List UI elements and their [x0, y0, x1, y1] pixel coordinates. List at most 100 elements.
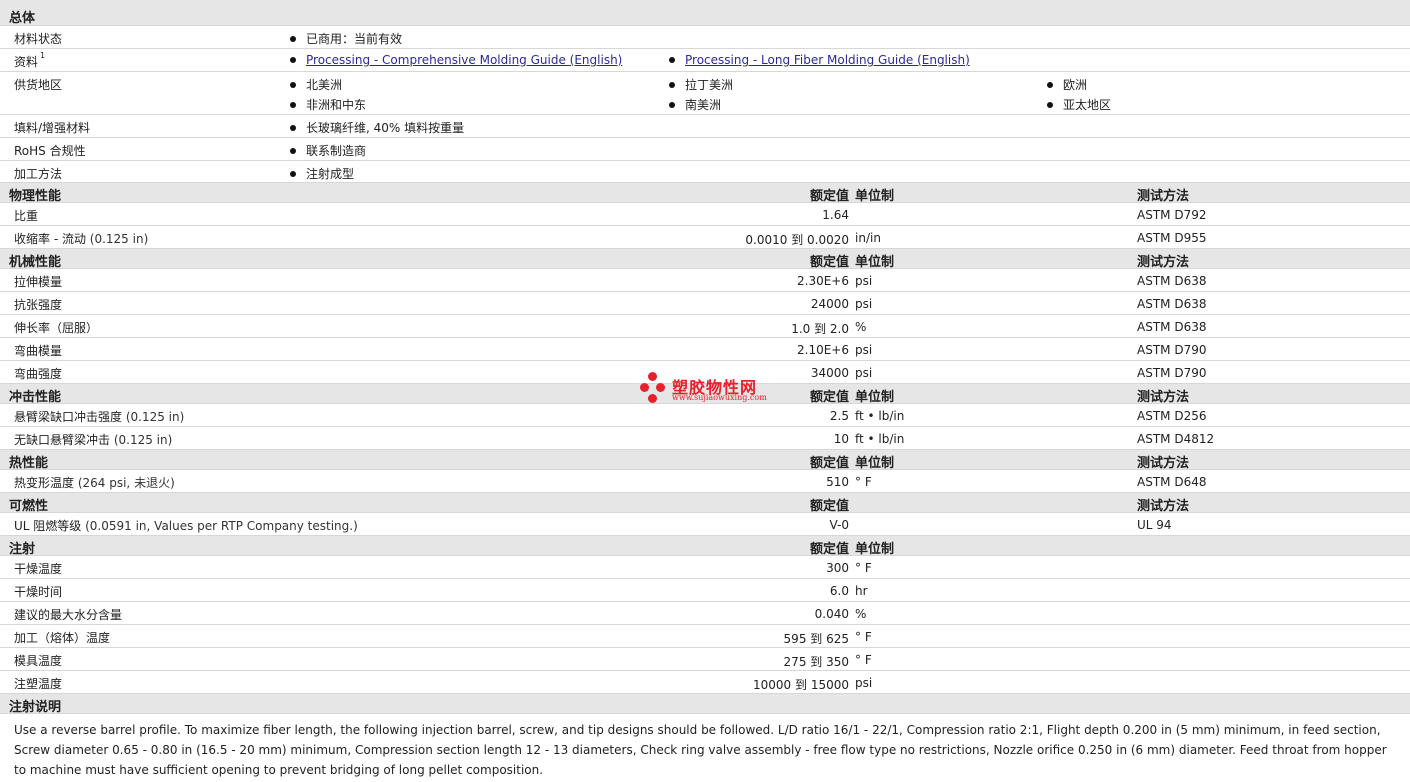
col-nominal: 额定值: [809, 499, 849, 514]
property-row: 伸长率（屈服） 1.0 到 2.0% ASTM D638: [0, 315, 1410, 338]
col-method: 测试方法: [1137, 499, 1190, 514]
bullet-item: 长玻璃纤维, 40% 填料按重量: [290, 119, 464, 136]
watermark-logo: 塑胶物性网 www.sujiaowuxing.com: [640, 372, 770, 406]
property-unit: psi: [855, 343, 873, 357]
property-value: 2.10E+6: [797, 343, 849, 357]
property-row: 干燥温度 300 ° F: [0, 556, 1410, 579]
col-unit: 单位制: [855, 542, 895, 557]
row-label: RoHS 合规性: [14, 144, 86, 158]
property-row: UL 阻燃等级 (0.0591 in, Values per RTP Compa…: [0, 513, 1410, 536]
row-rohs: RoHS 合规性 联系制造商: [0, 138, 1410, 161]
property-row: 模具温度 275 到 350 ° F: [0, 648, 1410, 671]
logo-dot: [656, 383, 665, 392]
region-item: 亚太地区: [1047, 96, 1111, 113]
property-method: ASTM D638: [1137, 274, 1207, 288]
thermal-rows: 热变形温度 (264 psi, 未退火) 510 ° F ASTM D648: [0, 470, 1410, 493]
row-availability: 供货地区 北美洲 拉丁美洲 欧洲 非洲和中东 南美洲 亚太地区: [0, 72, 1410, 115]
property-unit: ° F: [855, 475, 872, 489]
property-value: 1.64: [822, 208, 849, 222]
property-value: 2.5: [829, 409, 849, 423]
region-item: 欧洲: [1047, 76, 1087, 93]
col-unit: 单位制: [855, 456, 895, 471]
property-row: 弯曲模量 2.10E+6 psi ASTM D790: [0, 338, 1410, 361]
section-title: 机械性能: [9, 255, 62, 270]
row-label: 资料 1: [14, 51, 46, 69]
property-label: 收缩率 - 流动 (0.125 in): [14, 232, 149, 246]
injection-rows: 干燥温度 300 ° F 干燥时间 6.0 hr 建议的最大水分含量 0.040% 加工（熔体）…: [0, 556, 1410, 694]
bullet-icon: [290, 124, 296, 131]
property-label: 建议的最大水分含量: [14, 608, 123, 622]
row-documents: 资料 1 Processing - Comprehensive Molding G…: [0, 49, 1410, 72]
property-row: 抗张强度 24000 psi ASTM D638: [0, 292, 1410, 315]
property-row: 干燥时间 6.0 hr: [0, 579, 1410, 602]
col-unit: 单位制: [855, 255, 895, 270]
property-method: UL 94: [1137, 518, 1172, 532]
property-value: 34000: [810, 366, 849, 380]
property-method: ASTM D256: [1137, 409, 1207, 423]
watermark-url: www.sujiaowuxing.com: [672, 393, 767, 402]
property-row: 注塑温度 10000 到 15000 psi: [0, 671, 1410, 694]
impact-rows: 悬臂梁缺口冲击强度 (0.125 in) 2.5 ft • lb/in ASTM D2…: [0, 404, 1410, 450]
logo-dot: [648, 372, 657, 381]
property-row: 收缩率 - 流动 (0.125 in) 0.0010 到 0.0020 in/in A…: [0, 226, 1410, 249]
col-method: 测试方法: [1137, 456, 1190, 471]
region-item: 南美洲: [669, 96, 721, 113]
flammability-rows: UL 阻燃等级 (0.0591 in, Values per RTP Compa…: [0, 513, 1410, 536]
property-label: 热变形温度 (264 psi, 未退火): [14, 476, 175, 490]
property-unit: ° F: [855, 653, 872, 667]
col-nominal: 额定值: [809, 456, 849, 471]
property-method: ASTM D4812: [1137, 432, 1215, 446]
property-label: 悬臂梁缺口冲击强度 (0.125 in): [14, 410, 185, 424]
property-label: 弯曲模量: [14, 344, 63, 358]
bullet-icon: [669, 101, 675, 108]
bullet-icon: [290, 81, 296, 88]
property-row: 加工（熔体）温度 595 到 625 ° F: [0, 625, 1410, 648]
section-title: 物理性能: [9, 189, 62, 204]
bullet-icon: [290, 170, 296, 177]
col-unit: 单位制: [855, 390, 895, 405]
document-link-item: Processing - Long Fiber Molding Guide (E…: [669, 53, 970, 67]
property-label: 无缺口悬臂梁冲击 (0.125 in): [14, 433, 173, 447]
property-label: 干燥温度: [14, 562, 63, 576]
link-long-fiber-molding-guide[interactable]: Processing - Long Fiber Molding Guide (E…: [685, 53, 970, 67]
property-condition: (0.125 in): [110, 433, 173, 447]
row-filler: 填料/增强材料 长玻璃纤维, 40% 填料按重量: [0, 115, 1410, 138]
col-nominal: 额定值: [809, 189, 849, 204]
property-unit: hr: [855, 584, 868, 598]
section-header-injection: 注射 额定值 单位制: [0, 536, 1410, 557]
col-method: 测试方法: [1137, 255, 1190, 270]
property-value: 300: [826, 561, 849, 575]
property-condition: (264 psi, 未退火): [74, 476, 175, 490]
logo-dot: [648, 394, 657, 403]
bullet-item: 注射成型: [290, 165, 354, 182]
property-condition: (0.0591 in, Values per RTP Company testi…: [81, 519, 358, 533]
property-unit: psi: [855, 676, 873, 690]
property-method: ASTM D792: [1137, 208, 1207, 222]
section-header-flammability: 可燃性 额定值 测试方法: [0, 493, 1410, 514]
row-label: 填料/增强材料: [14, 121, 91, 135]
property-unit: in/in: [855, 231, 881, 245]
property-row: 悬臂梁缺口冲击强度 (0.125 in) 2.5 ft • lb/in ASTM D2…: [0, 404, 1410, 427]
property-label: 比重: [14, 209, 39, 223]
section-header-physical: 物理性能 额定值 单位制 测试方法: [0, 183, 1410, 204]
property-unit: ° F: [855, 561, 872, 575]
section-header-thermal: 热性能 额定值 单位制 测试方法: [0, 450, 1410, 471]
property-unit: ° F: [855, 630, 872, 644]
property-label: UL 阻燃等级 (0.0591 in, Values per RTP Compa…: [14, 519, 358, 533]
property-label: 弯曲强度: [14, 367, 63, 381]
document-link-item: Processing - Comprehensive Molding Guide…: [290, 53, 622, 67]
property-label: 模具温度: [14, 654, 63, 668]
property-row: 热变形温度 (264 psi, 未退火) 510 ° F ASTM D648: [0, 470, 1410, 493]
property-unit: %: [855, 320, 867, 334]
property-label: 加工（熔体）温度: [14, 631, 111, 645]
property-method: ASTM D638: [1137, 320, 1207, 334]
property-method: ASTM D638: [1137, 297, 1207, 311]
bullet-item: 已商用：当前有效: [290, 30, 402, 47]
property-row: 建议的最大水分含量 0.040%: [0, 602, 1410, 625]
link-comprehensive-molding-guide[interactable]: Processing - Comprehensive Molding Guide…: [306, 53, 622, 67]
property-row: 无缺口悬臂梁冲击 (0.125 in) 10 ft • lb/in ASTM D481…: [0, 427, 1410, 450]
property-value: 1.0 到 2.0: [791, 322, 849, 336]
bullet-icon: [669, 81, 675, 88]
property-value: 595 到 625: [783, 632, 849, 646]
footnote-marker: 1: [40, 51, 46, 60]
